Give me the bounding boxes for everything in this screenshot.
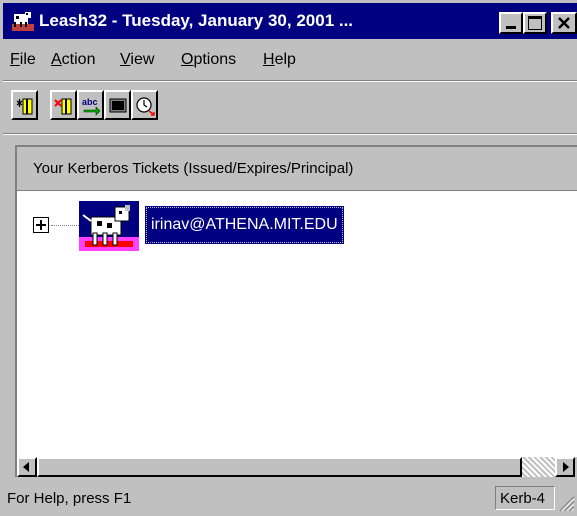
minimize-button[interactable]: [499, 12, 523, 34]
scroll-track[interactable]: [522, 457, 555, 477]
tickets-tree[interactable]: irinav@ATHENA.MIT.EDU: [17, 191, 577, 457]
window-title: Leash32 - Tuesday, January 30, 2001 ...: [39, 11, 354, 30]
status-mode: Kerb-4: [500, 490, 546, 507]
leash32-window: Leash32 - Tuesday, January 30, 2001 ... …: [0, 0, 577, 516]
scroll-right-button[interactable]: [555, 457, 575, 477]
tickets-header: Your Kerberos Tickets (Issued/Expires/Pr…: [17, 147, 577, 191]
tickets-header-label: Your Kerberos Tickets (Issued/Expires/Pr…: [33, 160, 354, 177]
scroll-left-button[interactable]: [17, 457, 37, 477]
menu-help[interactable]: Help: [263, 51, 296, 69]
renew-ticket-button[interactable]: abc: [77, 90, 104, 120]
ticket-principal[interactable]: irinav@ATHENA.MIT.EDU: [145, 206, 344, 244]
menu-view[interactable]: View: [120, 51, 154, 69]
resize-grip-icon[interactable]: [555, 492, 575, 512]
sync-time-icon: [136, 97, 155, 116]
kerberos-dog-icon[interactable]: [79, 201, 139, 251]
menu-bar: File Action View Options Help: [3, 45, 577, 75]
menu-file[interactable]: File: [10, 51, 36, 69]
destroy-ticket-button[interactable]: [50, 90, 77, 120]
tickets-tree-view: Your Kerberos Tickets (Issued/Expires/Pr…: [15, 145, 577, 477]
toolbar: abc: [3, 85, 577, 127]
tree-connector: [51, 225, 79, 226]
debug-window-button[interactable]: [104, 90, 131, 120]
svg-text:abc: abc: [82, 97, 98, 107]
renew-ticket-icon: abc: [82, 97, 101, 116]
maximize-button[interactable]: [523, 12, 547, 34]
menu-action[interactable]: Action: [51, 51, 95, 69]
toolbar-separator: [3, 133, 577, 135]
menu-options[interactable]: Options: [181, 51, 236, 69]
status-bar: For Help, press F1 Kerb-4: [3, 484, 577, 513]
destroy-ticket-icon: [54, 98, 72, 115]
menu-separator: [3, 80, 577, 82]
scroll-thumb[interactable]: [37, 457, 522, 477]
expand-toggle[interactable]: [33, 217, 49, 233]
close-icon: [558, 17, 570, 29]
get-ticket-button[interactable]: [11, 90, 38, 120]
title-bar[interactable]: Leash32 - Tuesday, January 30, 2001 ...: [3, 3, 577, 39]
status-help-text: For Help, press F1: [7, 490, 132, 507]
debug-window-icon: [109, 98, 127, 113]
close-button[interactable]: [551, 12, 577, 34]
sync-time-button[interactable]: [131, 90, 158, 120]
leash-app-icon: [12, 12, 34, 31]
horizontal-scrollbar[interactable]: [17, 457, 577, 477]
status-mode-panel: Kerb-4: [495, 486, 555, 510]
get-ticket-icon: [16, 98, 33, 115]
